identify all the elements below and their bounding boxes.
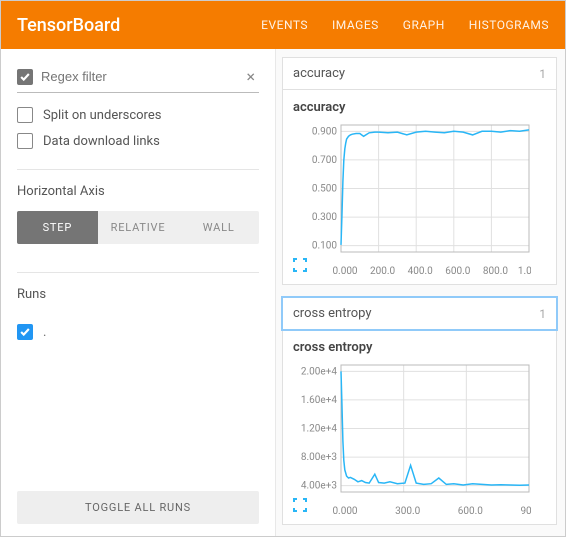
group-name: accuracy xyxy=(293,66,345,81)
group-header-cross-entropy[interactable]: cross entropy 1 xyxy=(282,297,557,330)
svg-text:200.0: 200.0 xyxy=(370,266,395,277)
toggle-all-runs-button[interactable]: TOGGLE ALL RUNS xyxy=(17,491,259,524)
axis-btn-step[interactable]: STEP xyxy=(17,211,98,244)
app-title: TensorBoard xyxy=(17,15,120,36)
svg-text:2.00e+4: 2.00e+4 xyxy=(301,366,337,377)
svg-text:8.00e+3: 8.00e+3 xyxy=(301,452,337,463)
fullscreen-icon[interactable] xyxy=(293,498,307,516)
main-panel: accuracy 1 accuracy 0.100 0.300 0.500 0.700… xyxy=(276,49,565,536)
regex-filter-input[interactable] xyxy=(41,65,234,88)
option-data-download[interactable]: Data download links xyxy=(17,133,259,149)
tab-graph[interactable]: GRAPH xyxy=(403,18,445,32)
svg-text:300.0: 300.0 xyxy=(395,506,420,517)
chart-card-cross-entropy: cross entropy 4.00e+3 8.00e+3 1.20e+4 1.60e… xyxy=(282,330,557,525)
svg-text:600.0: 600.0 xyxy=(445,266,470,277)
run-row[interactable]: . xyxy=(17,324,259,340)
regex-filter-row: × xyxy=(17,65,259,93)
svg-text:400.0: 400.0 xyxy=(408,266,433,277)
divider xyxy=(17,272,259,273)
svg-text:900.0: 900.0 xyxy=(520,506,531,517)
fullscreen-icon[interactable] xyxy=(293,258,307,276)
svg-text:4.00e+3: 4.00e+3 xyxy=(301,481,337,492)
group-header-accuracy[interactable]: accuracy 1 xyxy=(282,57,557,90)
group-count: 1 xyxy=(539,307,546,321)
axis-button-group: STEP RELATIVE WALL xyxy=(17,211,259,244)
chart-title: cross entropy xyxy=(293,340,546,355)
svg-text:0.900: 0.900 xyxy=(312,126,337,137)
clear-filter-icon[interactable]: × xyxy=(242,67,259,86)
runs-list: . xyxy=(17,324,259,348)
svg-text:0.000: 0.000 xyxy=(332,506,357,517)
axis-btn-wall[interactable]: WALL xyxy=(178,211,259,244)
run-name: . xyxy=(43,325,46,340)
option-label: Split on underscores xyxy=(43,108,161,123)
tab-events[interactable]: EVENTS xyxy=(261,18,308,32)
svg-text:1.60e+4: 1.60e+4 xyxy=(301,395,337,406)
check-icon xyxy=(19,71,31,83)
option-label: Data download links xyxy=(43,134,160,149)
split-underscores-checkbox[interactable] xyxy=(17,107,33,123)
regex-filter-checkbox[interactable] xyxy=(17,69,33,85)
chart-group-cross-entropy: cross entropy 1 cross entropy 4.00e+3 8.0… xyxy=(282,297,557,525)
tab-histograms[interactable]: HISTOGRAMS xyxy=(469,18,549,32)
expand-icon xyxy=(293,498,307,512)
option-split-underscores[interactable]: Split on underscores xyxy=(17,107,259,123)
app-header: TensorBoard EVENTS IMAGES GRAPH HISTOGRA… xyxy=(1,1,565,49)
chart-title: accuracy xyxy=(293,100,546,115)
check-icon xyxy=(19,326,31,338)
svg-text:0.100: 0.100 xyxy=(312,241,337,252)
tab-images[interactable]: IMAGES xyxy=(332,18,379,32)
runs-label: Runs xyxy=(17,287,259,302)
header-tabs: EVENTS IMAGES GRAPH HISTOGRAMS xyxy=(261,18,549,32)
axis-btn-relative[interactable]: RELATIVE xyxy=(98,211,179,244)
horizontal-axis-label: Horizontal Axis xyxy=(17,184,259,199)
group-name: cross entropy xyxy=(293,306,372,321)
expand-icon xyxy=(293,258,307,272)
svg-text:0.500: 0.500 xyxy=(312,184,337,195)
svg-text:800.0: 800.0 xyxy=(483,266,508,277)
svg-text:0.300: 0.300 xyxy=(312,212,337,223)
chart-group-accuracy: accuracy 1 accuracy 0.100 0.300 0.500 0.700… xyxy=(282,57,557,285)
chart-card-accuracy: accuracy 0.100 0.300 0.500 0.700 0.900 0.000… xyxy=(282,90,557,285)
svg-text:600.0: 600.0 xyxy=(458,506,483,517)
svg-text:1.20e+4: 1.20e+4 xyxy=(301,424,337,435)
group-count: 1 xyxy=(539,67,546,81)
svg-text:0.700: 0.700 xyxy=(312,155,337,166)
plot-accuracy: 0.100 0.300 0.500 0.700 0.900 xyxy=(293,121,546,256)
svg-text:0.000: 0.000 xyxy=(332,266,357,277)
data-download-checkbox[interactable] xyxy=(17,133,33,149)
divider xyxy=(17,169,259,170)
svg-text:1.000k: 1.000k xyxy=(518,266,531,277)
sidebar: × Split on underscores Data download lin… xyxy=(1,49,276,536)
plot-cross-entropy: 4.00e+3 8.00e+3 1.20e+4 1.60e+4 2.00e+4 xyxy=(293,361,546,496)
run-checkbox[interactable] xyxy=(17,324,33,340)
